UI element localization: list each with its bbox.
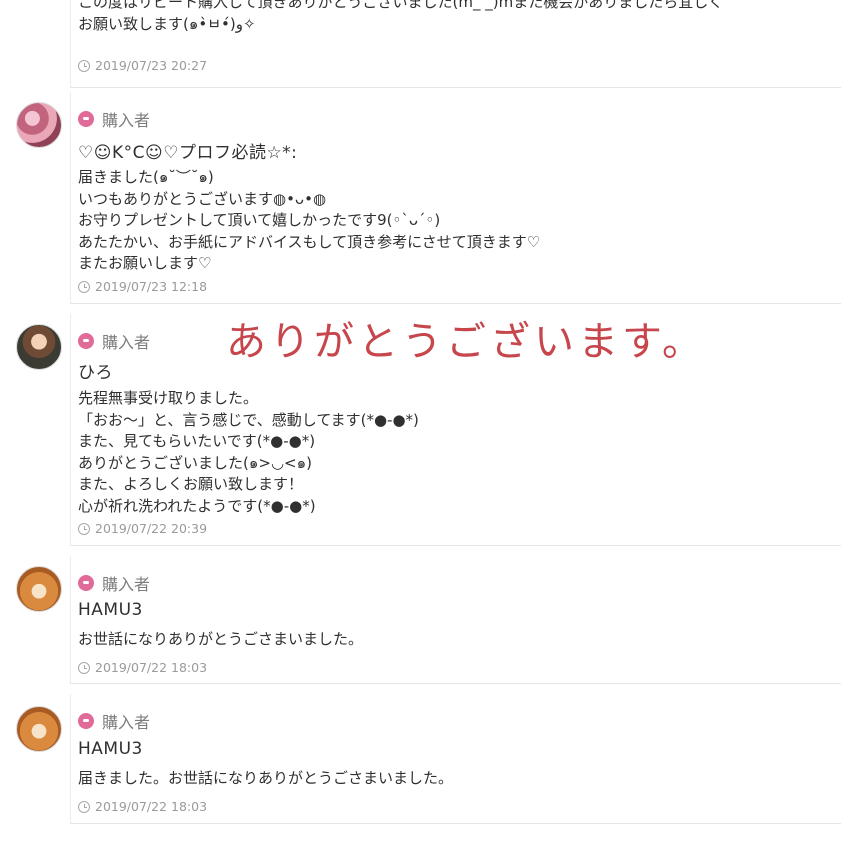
review-feed: この度はリピート購入して頂きありがとうございました(m_ _)mまた機会がありま… — [0, 0, 841, 841]
buyer-badge: 購入者 — [78, 107, 150, 131]
review-item: 購入者 HAMU3 お世話になりありがとうごさまいました。 2019/07/22… — [0, 556, 841, 684]
timestamp-text: 2019/07/22 18:03 — [95, 660, 208, 675]
reviewer-name[interactable]: HAMU3 — [78, 739, 143, 759]
role-label: 購入者 — [102, 713, 151, 732]
timestamp-text: 2019/07/22 20:39 — [95, 521, 208, 536]
buyer-icon — [78, 333, 94, 349]
review-message: この度はリピート購入して頂きありがとうございました(m_ _)mまた機会がありま… — [78, 0, 724, 33]
thank-you-overlay: ありがとうございます。 — [226, 319, 706, 365]
review-item: この度はリピート購入して頂きありがとうございました(m_ _)mまた機会がありま… — [0, 0, 841, 88]
review-message: お世話になりありがとうごさまいました。 — [78, 630, 364, 648]
reviewer-name[interactable]: HAMU3 — [78, 600, 143, 620]
buyer-badge: 購入者 — [78, 571, 150, 595]
buyer-icon — [78, 713, 94, 729]
review-item: 購入者 HAMU3 届きました。お世話になりありがとうごさまいました。 2019… — [0, 694, 841, 824]
review-timestamp: 2019/07/23 12:18 — [78, 279, 207, 294]
user-avatar[interactable] — [16, 566, 62, 612]
review-timestamp: 2019/07/22 18:03 — [78, 660, 207, 675]
role-label: 購入者 — [102, 575, 151, 594]
role-label: 購入者 — [102, 111, 151, 130]
user-avatar[interactable] — [16, 324, 62, 370]
timestamp-text: 2019/07/23 20:27 — [95, 58, 208, 73]
clock-icon — [78, 522, 90, 535]
clock-icon — [78, 280, 90, 293]
buyer-icon — [78, 111, 94, 127]
reviewer-name[interactable]: ♡☺K°C☺♡プロフ必読☆*: — [78, 138, 297, 163]
buyer-badge: 購入者 — [78, 709, 150, 733]
buyer-badge: 購入者 — [78, 329, 150, 353]
clock-icon — [78, 800, 90, 813]
review-timestamp: 2019/07/22 20:39 — [78, 521, 207, 536]
review-message: 届きました。お世話になりありがとうごさまいました。 — [78, 769, 454, 787]
clock-icon — [78, 661, 90, 674]
buyer-icon — [78, 575, 94, 591]
clock-icon — [78, 59, 90, 72]
user-avatar[interactable] — [16, 102, 62, 148]
user-avatar[interactable] — [16, 706, 62, 752]
review-item: 購入者 ♡☺K°C☺♡プロフ必読☆*: 届きました(๑˘︶˘๑) いつもありがと… — [0, 92, 841, 304]
review-timestamp: 2019/07/23 20:27 — [78, 58, 207, 73]
reviewer-name[interactable]: ひろ — [78, 358, 113, 383]
timestamp-text: 2019/07/22 18:03 — [95, 799, 208, 814]
review-message: 届きました(๑˘︶˘๑) いつもありがとうございます◍•ᴗ•◍ お守りプレゼント… — [78, 168, 541, 272]
review-timestamp: 2019/07/22 18:03 — [78, 799, 207, 814]
timestamp-text: 2019/07/23 12:18 — [95, 279, 208, 294]
role-label: 購入者 — [102, 333, 151, 352]
review-message: 先程無事受け取りました。 「おお～」と、言う感じで、感動してます(*●-●*) … — [78, 389, 419, 515]
